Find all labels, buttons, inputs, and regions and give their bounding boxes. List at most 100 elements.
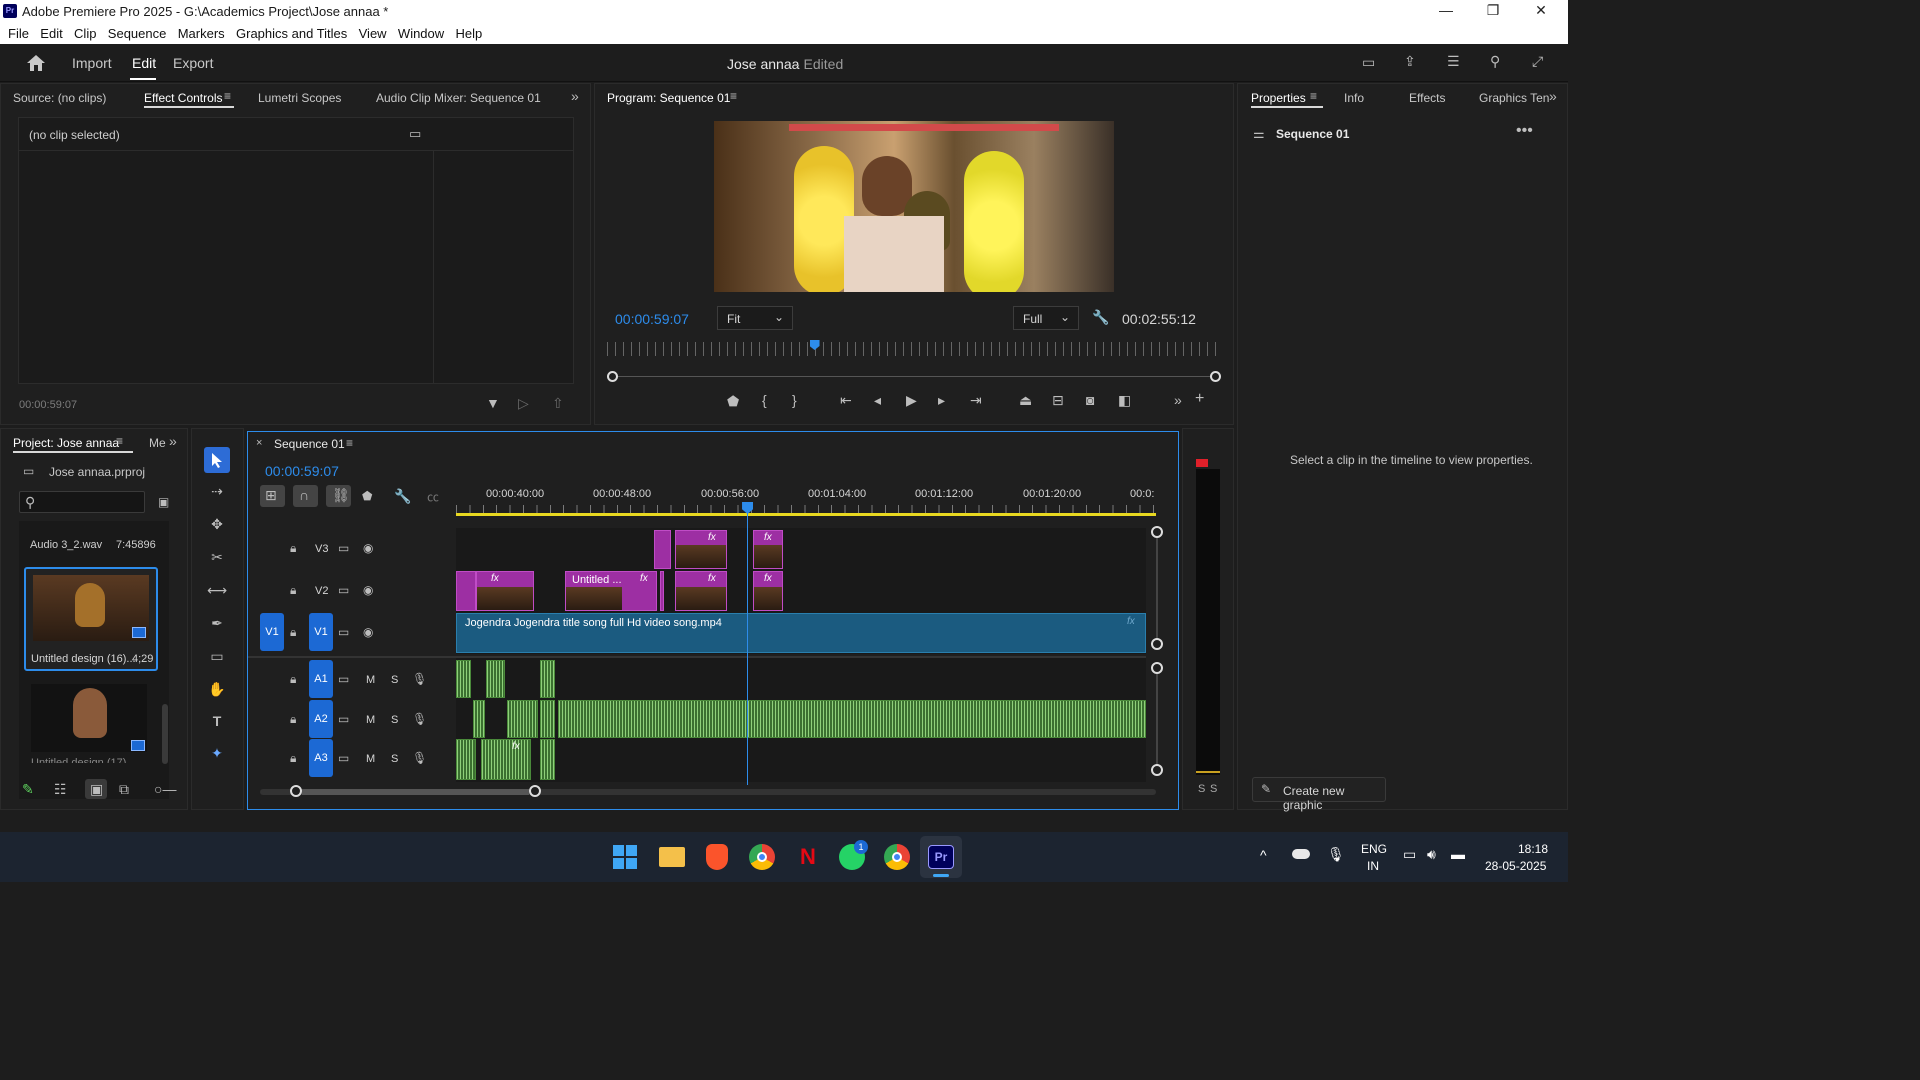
timeline-ruler-ticks[interactable]	[456, 505, 1156, 513]
close-sequence-icon[interactable]: ×	[256, 437, 262, 449]
mute-button[interactable]: M	[366, 714, 375, 726]
region-indicator[interactable]: IN	[1367, 859, 1379, 873]
ripple-edit-tool-icon[interactable]: ✥	[206, 516, 228, 533]
nav-export[interactable]: Export	[173, 55, 213, 71]
source-patch-v1[interactable]: V1	[260, 613, 284, 651]
captions-icon[interactable]: ㏄	[427, 488, 439, 505]
solo-button[interactable]: S	[391, 714, 398, 726]
fit-dropdown[interactable]: Fit ⌄	[717, 306, 793, 330]
camera-icon[interactable]: ◙	[1086, 392, 1094, 408]
wrench-icon[interactable]: 🔧	[1092, 309, 1109, 326]
pencil-icon[interactable]: ✎	[22, 781, 34, 798]
audio-scrollbar[interactable]	[1156, 674, 1158, 764]
rectangle-tool-icon[interactable]: ▭	[206, 648, 228, 665]
sync-icon[interactable]: ▭	[338, 672, 349, 686]
video-clip[interactable]: fx	[753, 571, 783, 611]
more-options-icon[interactable]: •••	[1516, 122, 1533, 140]
solo-button[interactable]: S	[391, 753, 398, 765]
timeline-zoom-handle-left[interactable]	[290, 785, 302, 797]
clock-time[interactable]: 18:18	[1518, 842, 1548, 856]
snap-button[interactable]: ∩	[293, 485, 318, 507]
menu-view[interactable]: View	[359, 24, 387, 41]
step-back-icon[interactable]: ◂	[874, 392, 881, 409]
zoom-handle-right[interactable]	[1210, 371, 1221, 382]
type-tool-icon[interactable]: T	[206, 713, 228, 729]
more-tabs-icon[interactable]: »	[169, 433, 177, 449]
lock-icon[interactable]: 🔒︎	[290, 712, 296, 727]
track-target-v1[interactable]: V1	[309, 613, 333, 651]
video-clip[interactable]: fx	[675, 571, 727, 611]
panel-menu-icon[interactable]: ≡	[224, 89, 231, 103]
sync-icon[interactable]: ▭	[338, 541, 349, 555]
sync-icon[interactable]: ▭	[338, 751, 349, 765]
premiere-taskbar-button[interactable]: Pr	[920, 836, 962, 878]
list-view-icon[interactable]: ☷	[54, 781, 67, 798]
eye-icon[interactable]: ◉	[363, 541, 373, 555]
panel-menu-icon[interactable]: ≡	[730, 89, 737, 103]
go-to-in-icon[interactable]: ⇤	[840, 392, 852, 409]
icon-view-button[interactable]: ▣	[85, 779, 107, 799]
lock-icon[interactable]: 🔒︎	[290, 625, 296, 640]
audio-clip[interactable]	[540, 660, 555, 698]
project-item-card-selected[interactable]: Untitled design (16)... 4;29	[24, 567, 158, 671]
remix-tool-icon[interactable]: ✦	[206, 745, 228, 762]
add-button-icon[interactable]: +	[1195, 390, 1204, 408]
volume-icon[interactable]: 🔊︎	[1427, 846, 1436, 863]
zoom-handle-left[interactable]	[607, 371, 618, 382]
tab-info[interactable]: Info	[1344, 91, 1364, 105]
microphone-icon[interactable]: 🎙︎	[412, 672, 427, 686]
track-target-a1[interactable]: A1	[309, 660, 333, 698]
video-zoom-handle-bottom[interactable]	[1151, 638, 1163, 650]
panel-menu-icon[interactable]: ≡	[1310, 89, 1317, 103]
menu-graphics[interactable]: Graphics and Titles	[236, 24, 347, 41]
panel-menu-icon[interactable]: ≡	[346, 436, 353, 450]
video-clip[interactable]	[456, 571, 476, 611]
video-scrollbar[interactable]	[1156, 538, 1158, 638]
close-button[interactable]: ✕	[1518, 2, 1564, 22]
meter-solo-left[interactable]: S	[1198, 783, 1205, 795]
home-icon[interactable]	[25, 53, 47, 73]
audio-clip-song[interactable]	[558, 700, 1146, 738]
mute-button[interactable]: M	[366, 674, 375, 686]
lift-icon[interactable]: ⏏	[1019, 392, 1032, 409]
video-clip[interactable]: fx	[675, 530, 727, 569]
track-target-a2[interactable]: A2	[309, 700, 333, 738]
audio-clip[interactable]	[540, 700, 555, 738]
audio-clip[interactable]	[456, 660, 471, 698]
chrome-profile-icon[interactable]	[884, 844, 910, 870]
audio-clip[interactable]	[473, 700, 485, 738]
tab-graphics-templates[interactable]: Graphics Ten	[1479, 91, 1549, 105]
network-icon[interactable]: ▭	[1403, 846, 1416, 863]
filter-icon[interactable]: ▼	[486, 395, 500, 411]
audio-clip[interactable]	[456, 739, 476, 780]
audio-clip[interactable]	[540, 739, 555, 780]
freeform-view-icon[interactable]: ⧉	[119, 781, 129, 798]
chevron-up-icon[interactable]: ^	[1260, 847, 1267, 863]
create-new-graphic-button[interactable]: ✎ Create new graphic	[1252, 777, 1386, 812]
mark-in-icon[interactable]: {	[762, 392, 767, 408]
project-item-thumbnail[interactable]	[31, 684, 147, 752]
extract-icon[interactable]: ⊟	[1052, 392, 1064, 409]
windows-start-icon[interactable]	[613, 845, 637, 869]
add-marker-icon[interactable]: ⬟	[362, 489, 372, 503]
tab-source[interactable]: Source: (no clips)	[13, 91, 106, 105]
minimize-button[interactable]: —	[1423, 2, 1469, 22]
lock-icon[interactable]: 🔒︎	[290, 541, 296, 556]
linked-selection-button[interactable]: ⛓	[326, 485, 351, 507]
video-clip-untitled[interactable]: Untitled ... fx	[565, 571, 657, 611]
chrome-icon[interactable]	[749, 844, 775, 870]
go-to-out-icon[interactable]: ⇥	[970, 392, 982, 409]
project-item-name[interactable]: Audio 3_2.wav	[30, 539, 102, 551]
audio-clip[interactable]: fx	[481, 739, 531, 780]
brave-browser-icon[interactable]	[706, 844, 728, 870]
clock-date[interactable]: 28-05-2025	[1485, 859, 1546, 873]
zoom-slider-icon[interactable]: ○—	[154, 781, 176, 797]
menu-clip[interactable]: Clip	[74, 24, 96, 41]
video-clip[interactable]: fx	[753, 530, 783, 569]
comparison-view-icon[interactable]: ◧	[1118, 392, 1131, 409]
video-zoom-handle-top[interactable]	[1151, 526, 1163, 538]
quality-dropdown[interactable]: Full ⌄	[1013, 306, 1079, 330]
audio-zoom-handle-bottom[interactable]	[1151, 764, 1163, 776]
project-scrollbar[interactable]	[162, 704, 168, 764]
menu-edit[interactable]: Edit	[40, 24, 62, 41]
